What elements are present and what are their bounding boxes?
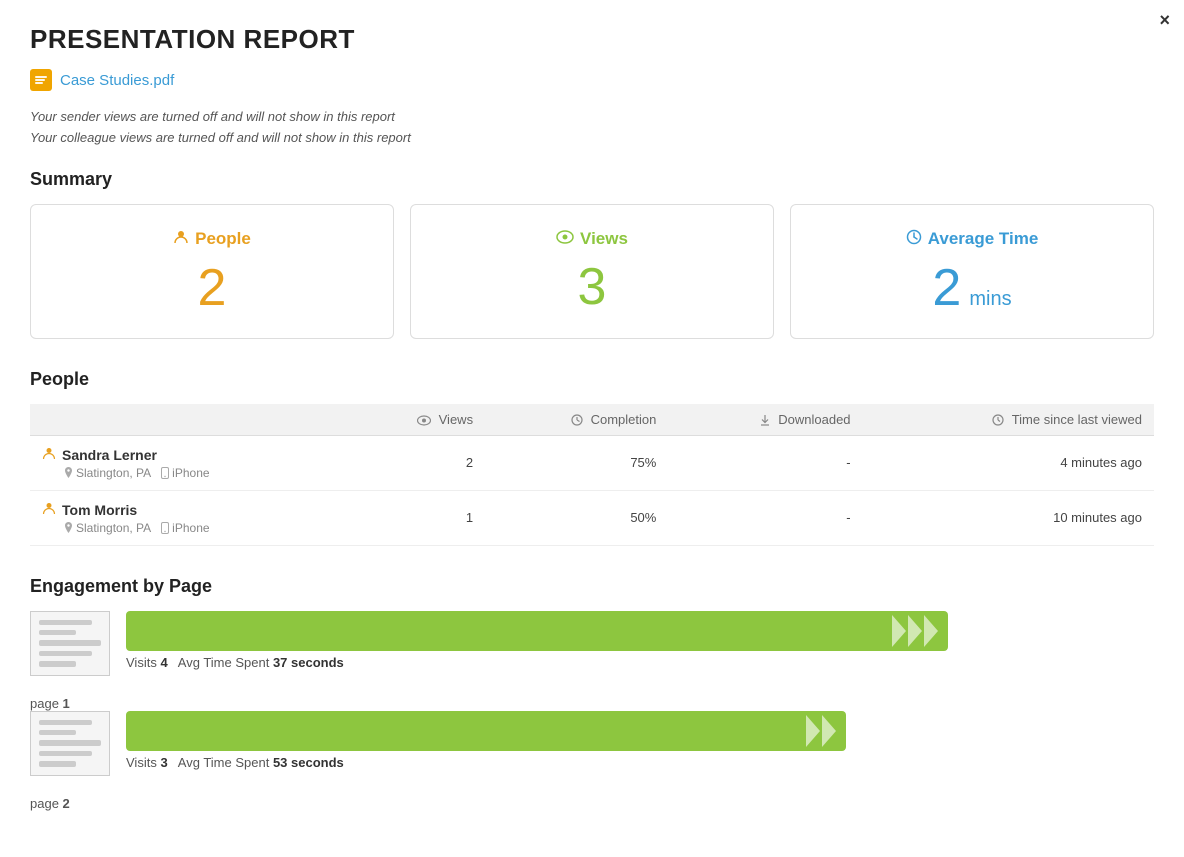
person-name-1[interactable]: Tom Morris: [62, 502, 137, 518]
file-icon: [30, 69, 52, 91]
person-icon-0: [42, 446, 56, 464]
file-name: Case Studies.pdf: [60, 72, 174, 89]
views-icon: [556, 229, 574, 249]
person-downloaded-1: -: [668, 490, 862, 545]
people-section-title: People: [30, 369, 1154, 390]
avgtime-card-label: Average Time: [811, 229, 1133, 250]
views-label: Views: [580, 229, 628, 249]
chevron-0-1: [908, 615, 922, 647]
col-time-header: Time since last viewed: [863, 404, 1154, 436]
table-header-row: Views Completion: [30, 404, 1154, 436]
people-label: People: [195, 229, 251, 249]
person-downloaded-0: -: [668, 435, 862, 490]
col-completion-header: Completion: [485, 404, 668, 436]
thumb-line: [39, 720, 92, 725]
summary-title: Summary: [30, 169, 1154, 190]
thumb-line: [39, 751, 92, 756]
notice-1: Your sender views are turned off and wil…: [30, 107, 1154, 128]
engagement-section: Engagement by Page Visits 4 Avg Time S: [30, 576, 1154, 811]
page-item-1: Visits 3 Avg Time Spent 53 seconds page …: [30, 711, 1154, 811]
file-link[interactable]: Case Studies.pdf: [30, 69, 1154, 91]
person-completion-0: 75%: [485, 435, 668, 490]
engagement-title: Engagement by Page: [30, 576, 1154, 597]
person-location-1: Slatington, PA: [64, 521, 151, 535]
person-completion-1: 50%: [485, 490, 668, 545]
people-card: People 2: [30, 204, 394, 339]
person-views-1: 1: [351, 490, 485, 545]
person-info-0: Sandra Lerner Slatington, PA iPhone: [30, 435, 351, 490]
thumb-line: [39, 730, 76, 735]
page-label-0: page 1: [30, 696, 1154, 711]
bar-stats-1: Visits 3 Avg Time Spent 53 seconds: [126, 755, 1154, 770]
thumb-line: [39, 651, 92, 656]
person-views-0: 2: [351, 435, 485, 490]
chevron-1-1: [822, 715, 836, 747]
pages-container: Visits 4 Avg Time Spent 37 seconds page …: [30, 611, 1154, 811]
views-card-label: Views: [431, 229, 753, 249]
page-bar-area-0: Visits 4 Avg Time Spent 37 seconds: [126, 611, 1154, 670]
views-card: Views 3: [410, 204, 774, 339]
person-time-0: 4 minutes ago: [863, 435, 1154, 490]
person-location-0: Slatington, PA: [64, 466, 151, 480]
thumb-line: [39, 740, 101, 745]
clock-icon: [906, 229, 922, 250]
chevrons-1: [806, 715, 846, 747]
col-views-header: Views: [351, 404, 485, 436]
person-icon-1: [42, 501, 56, 519]
people-card-label: People: [51, 229, 373, 250]
people-icon: [173, 229, 189, 250]
page-thumbnail-0: [30, 611, 110, 676]
notices: Your sender views are turned off and wil…: [30, 107, 1154, 149]
chevron-0-0: [892, 615, 906, 647]
views-col-icon: [417, 412, 435, 427]
progress-bar-0: [126, 611, 948, 651]
bar-stats-0: Visits 4 Avg Time Spent 37 seconds: [126, 655, 1154, 670]
avgtime-card: Average Time 2 mins: [790, 204, 1154, 339]
thumb-line: [39, 640, 101, 645]
page-label-1: page 2: [30, 796, 1154, 811]
close-button[interactable]: ×: [1159, 10, 1170, 31]
person-name-0[interactable]: Sandra Lerner: [62, 447, 157, 463]
page-thumbnail-1: [30, 711, 110, 776]
thumb-line: [39, 661, 76, 666]
page-bar-area-1: Visits 3 Avg Time Spent 53 seconds: [126, 711, 1154, 770]
chevron-0-2: [924, 615, 938, 647]
table-row: Tom Morris Slatington, PA iPhone: [30, 490, 1154, 545]
thumb-line: [39, 620, 92, 625]
avgtime-label: Average Time: [928, 229, 1039, 249]
people-section: People Views: [30, 369, 1154, 546]
person-info-1: Tom Morris Slatington, PA iPhone: [30, 490, 351, 545]
people-table: Views Completion: [30, 404, 1154, 546]
avgtime-unit: mins: [969, 288, 1011, 311]
chevron-1-0: [806, 715, 820, 747]
avgtime-value: 2: [932, 262, 961, 314]
person-device-0: iPhone: [161, 466, 209, 480]
col-downloaded-header: Downloaded: [668, 404, 862, 436]
person-time-1: 10 minutes ago: [863, 490, 1154, 545]
people-value: 2: [51, 262, 373, 314]
thumb-line: [39, 630, 76, 635]
page-title: PRESENTATION REPORT: [30, 24, 1154, 55]
progress-bar-1: [126, 711, 846, 751]
completion-col-icon: [571, 412, 587, 427]
notice-2: Your colleague views are turned off and …: [30, 128, 1154, 149]
page-item-0: Visits 4 Avg Time Spent 37 seconds page …: [30, 611, 1154, 711]
thumb-line: [39, 761, 76, 766]
time-col-icon: [992, 412, 1008, 427]
col-person: [30, 404, 351, 436]
table-row: Sandra Lerner Slatington, PA iPhone: [30, 435, 1154, 490]
views-value: 3: [431, 261, 753, 313]
chevrons-0: [892, 615, 948, 647]
download-col-icon: [759, 412, 775, 427]
person-device-1: iPhone: [161, 521, 209, 535]
summary-cards: People 2 Views 3: [30, 204, 1154, 339]
main-container: PRESENTATION REPORT Case Studies.pdf You…: [0, 0, 1184, 835]
